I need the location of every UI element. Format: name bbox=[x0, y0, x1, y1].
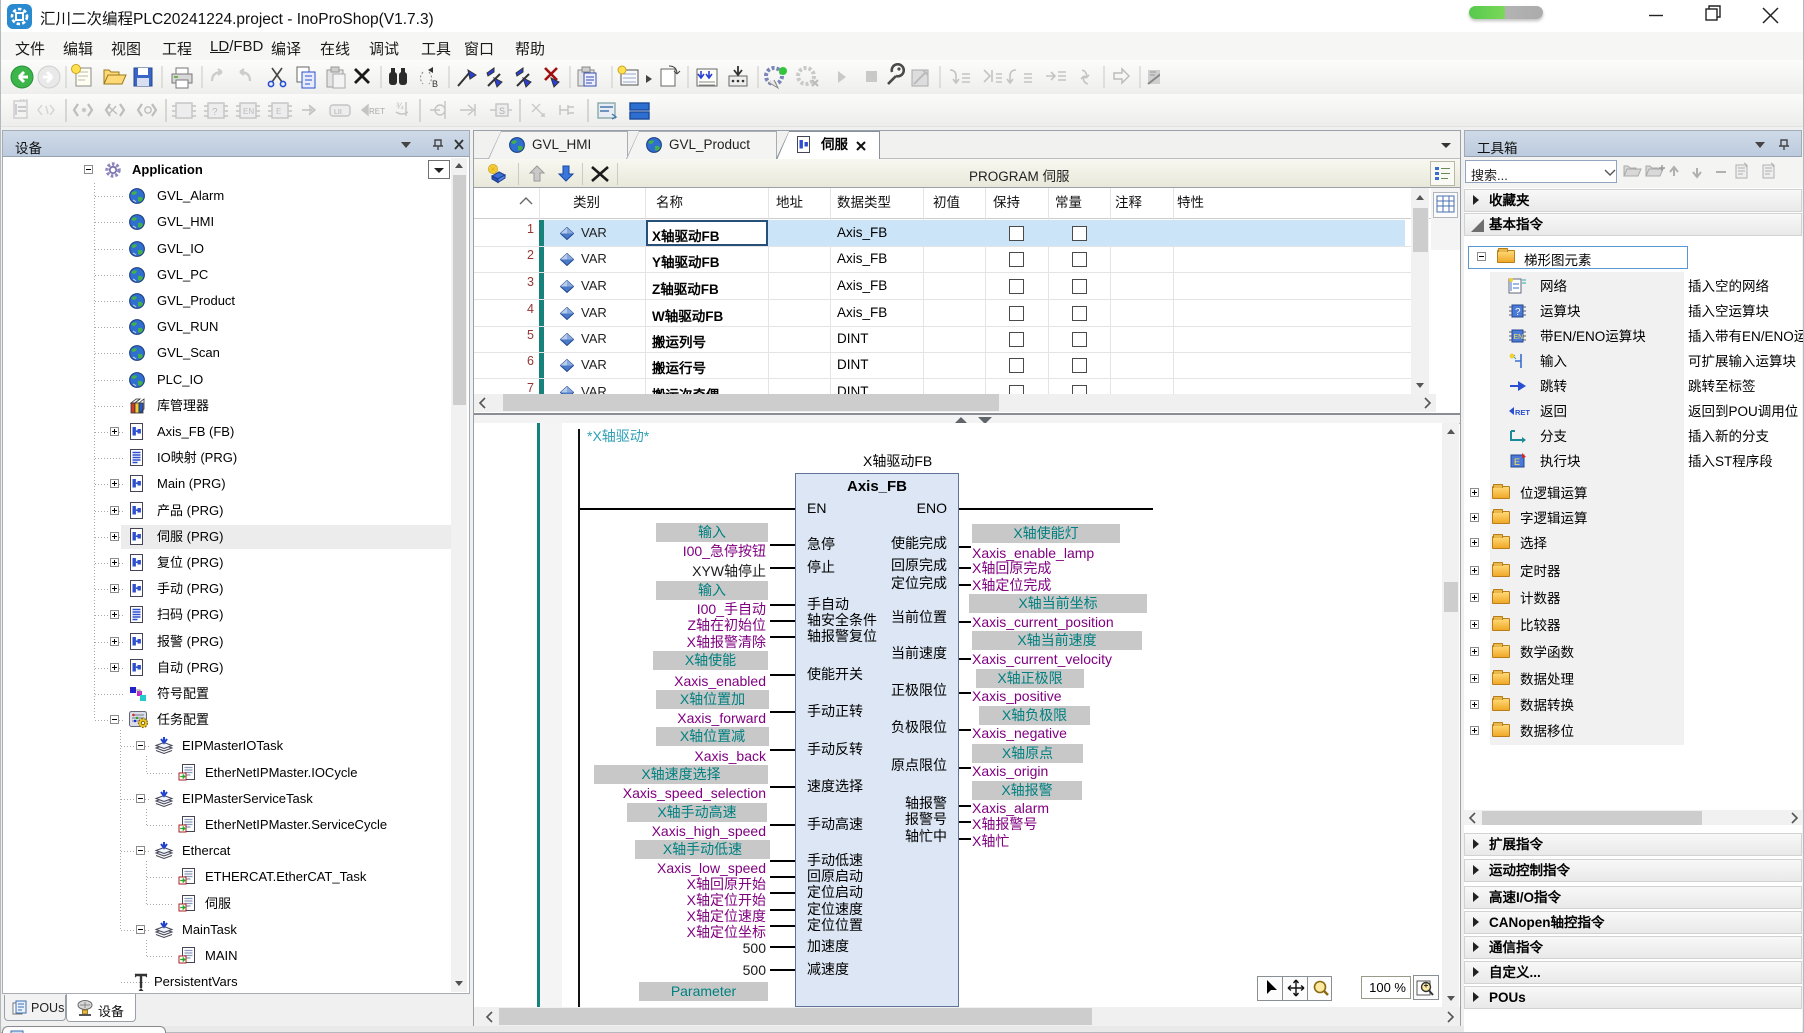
svg-text:E: E bbox=[1514, 457, 1520, 467]
svg-text:RET: RET bbox=[369, 107, 385, 116]
svg-text:RET: RET bbox=[1515, 408, 1530, 417]
svg-text:¾: ¾ bbox=[396, 101, 404, 111]
svg-text:?: ? bbox=[1515, 307, 1521, 318]
svg-text:EN: EN bbox=[243, 107, 254, 116]
svg-text:EN: EN bbox=[1514, 334, 1524, 341]
svg-text:B: B bbox=[432, 79, 438, 89]
svg-text:LII: LII bbox=[334, 109, 342, 116]
svg-text:?: ? bbox=[212, 107, 218, 118]
svg-text:S: S bbox=[499, 106, 505, 116]
svg-text:E: E bbox=[276, 107, 281, 116]
